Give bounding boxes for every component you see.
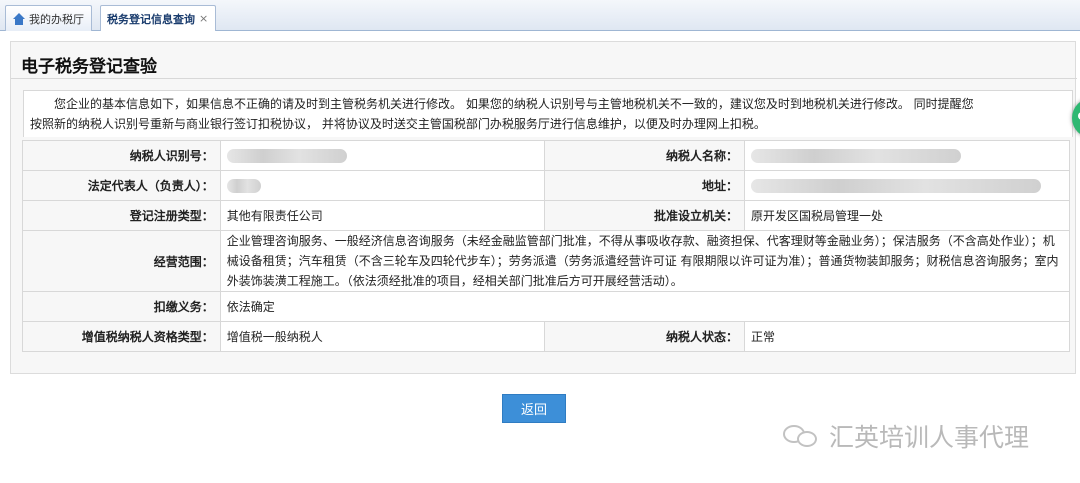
redacted-value — [226, 178, 261, 193]
redacted-value — [751, 148, 962, 163]
vat-type-label: 增值税纳税人资格类型： — [22, 321, 221, 352]
reg-type-value: 其他有限责任公司 — [219, 200, 546, 231]
withholding-value: 依法确定 — [219, 291, 1071, 322]
table-row: 法定代表人（负责人）： 地址： — [22, 170, 1070, 201]
table-row: 纳税人识别号： 纳税人名称： — [22, 140, 1070, 171]
taxpayer-name-label: 纳税人名称： — [544, 140, 746, 171]
tab-bar: 我的办税厅 税务登记信息查询 × — [0, 0, 1080, 31]
legal-rep-value — [219, 170, 546, 201]
registration-info-table: 纳税人识别号： 纳税人名称： 法定代表人（负责人）： 地址： 登记注册类型： 其… — [22, 140, 1071, 352]
tab-my-tax-hall-label: 我的办税厅 — [29, 12, 84, 26]
watermark-text: 汇英培训人事代理 — [829, 423, 1030, 452]
close-icon[interactable]: × — [199, 12, 208, 25]
title-divider — [11, 78, 1077, 79]
legal-rep-label: 法定代表人（负责人）： — [22, 170, 221, 201]
redacted-value — [226, 148, 347, 163]
reg-type-label: 登记注册类型： — [22, 200, 221, 231]
table-row: 增值税纳税人资格类型： 增值税一般纳税人 纳税人状态： 正常 — [22, 321, 1070, 352]
tab-tax-registration-query[interactable]: 税务登记信息查询 × — [100, 5, 216, 31]
approval-org-label: 批准设立机关： — [544, 200, 746, 231]
taxpayer-status-value: 正常 — [744, 321, 1070, 352]
notice-box: 您企业的基本信息如下，如果信息不正确的请及时到主管税务机关进行修改。 如果您的纳… — [23, 90, 1073, 137]
business-scope-label: 经营范围： — [22, 230, 221, 292]
notice-line-2: 按照新的纳税人识别号重新与商业银行签订扣税协议， 并将协议及时送交主管国税部门办… — [30, 117, 766, 131]
business-scope-value: 企业管理咨询服务、一般经济信息咨询服务（未经金融监管部门批准，不得从事吸收存款、… — [219, 230, 1071, 292]
redacted-value — [751, 178, 1042, 193]
page-title: 电子税务登记查验 — [21, 57, 157, 77]
watermark: 汇英培训人事代理 — [783, 418, 1029, 454]
table-row: 登记注册类型： 其他有限责任公司 批准设立机关： 原开发区国税局管理一处 — [22, 200, 1070, 231]
home-icon — [12, 12, 26, 25]
tab-tax-registration-query-label: 税务登记信息查询 — [107, 12, 195, 26]
table-row: 经营范围： 企业管理咨询服务、一般经济信息咨询服务（未经金融监管部门批准，不得从… — [22, 230, 1071, 292]
address-value — [744, 170, 1070, 201]
back-button[interactable]: 返回 — [502, 394, 566, 423]
tab-my-tax-hall[interactable]: 我的办税厅 — [5, 5, 92, 31]
taxpayer-name-value — [744, 140, 1070, 171]
taxpayer-id-value — [219, 140, 546, 171]
wechat-icon — [783, 423, 821, 449]
vat-type-value: 增值税一般纳税人 — [219, 321, 546, 352]
taxpayer-status-label: 纳税人状态： — [544, 321, 746, 352]
table-row: 扣缴义务： 依法确定 — [22, 291, 1071, 322]
notice-line-1: 您企业的基本信息如下，如果信息不正确的请及时到主管税务机关进行修改。 如果您的纳… — [54, 97, 974, 111]
withholding-label: 扣缴义务： — [22, 291, 221, 322]
approval-org-value: 原开发区国税局管理一处 — [744, 200, 1070, 231]
address-label: 地址： — [544, 170, 746, 201]
taxpayer-id-label: 纳税人识别号： — [22, 140, 221, 171]
